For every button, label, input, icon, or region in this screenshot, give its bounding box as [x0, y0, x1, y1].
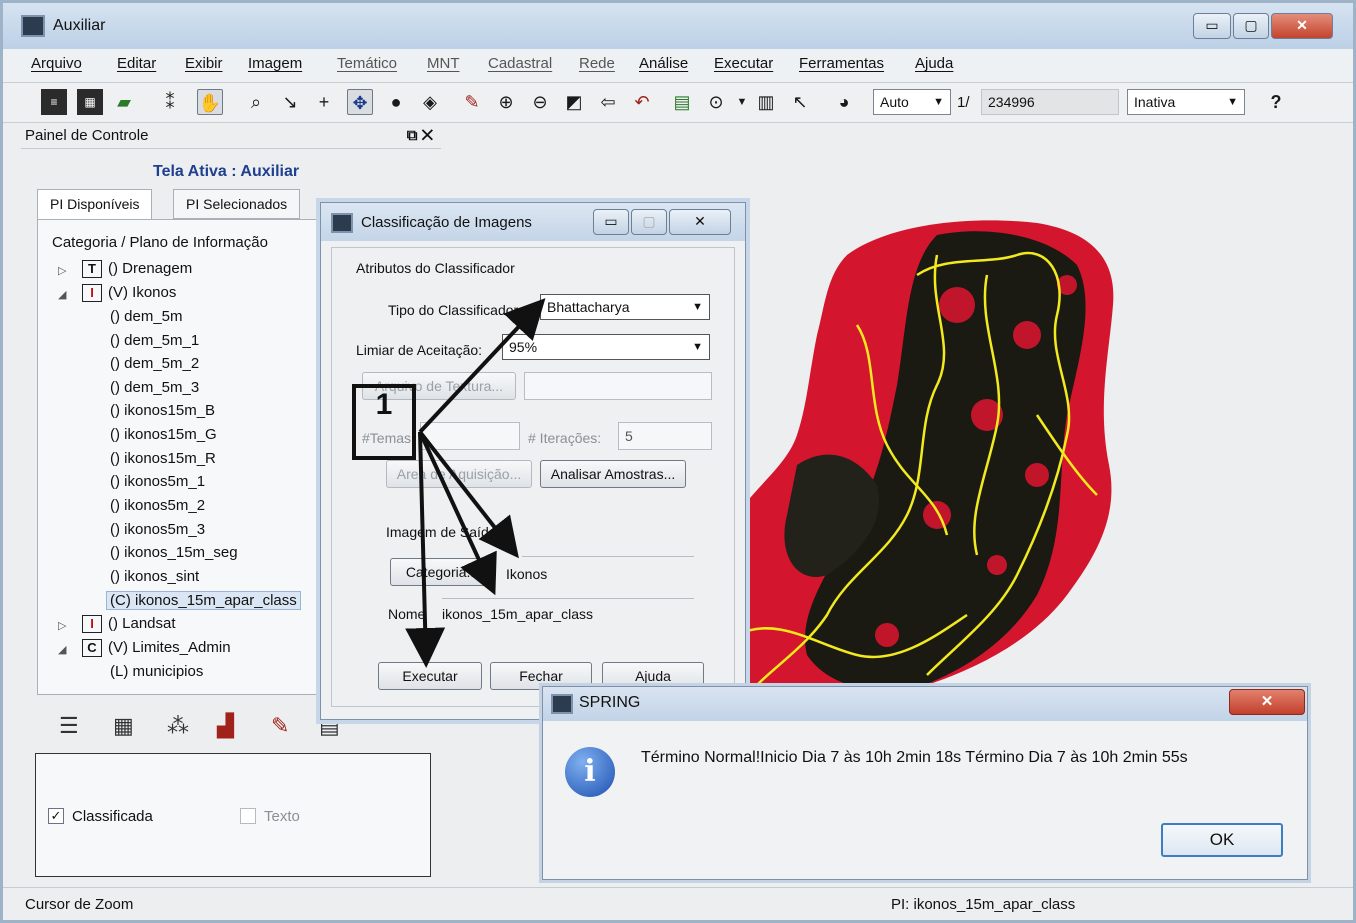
message-app-icon — [551, 694, 573, 714]
info-icon: i — [565, 747, 615, 797]
message-title-bar: SPRING ✕ — [543, 687, 1307, 721]
spring-message-dialog: SPRING ✕ i Término Normal!Inicio Dia 7 à… — [542, 686, 1308, 880]
ok-button[interactable]: OK — [1161, 823, 1283, 857]
message-close-button[interactable]: ✕ — [1229, 689, 1305, 715]
message-title: SPRING — [579, 694, 641, 711]
message-text: Término Normal!Inicio Dia 7 às 10h 2min … — [641, 749, 1188, 766]
